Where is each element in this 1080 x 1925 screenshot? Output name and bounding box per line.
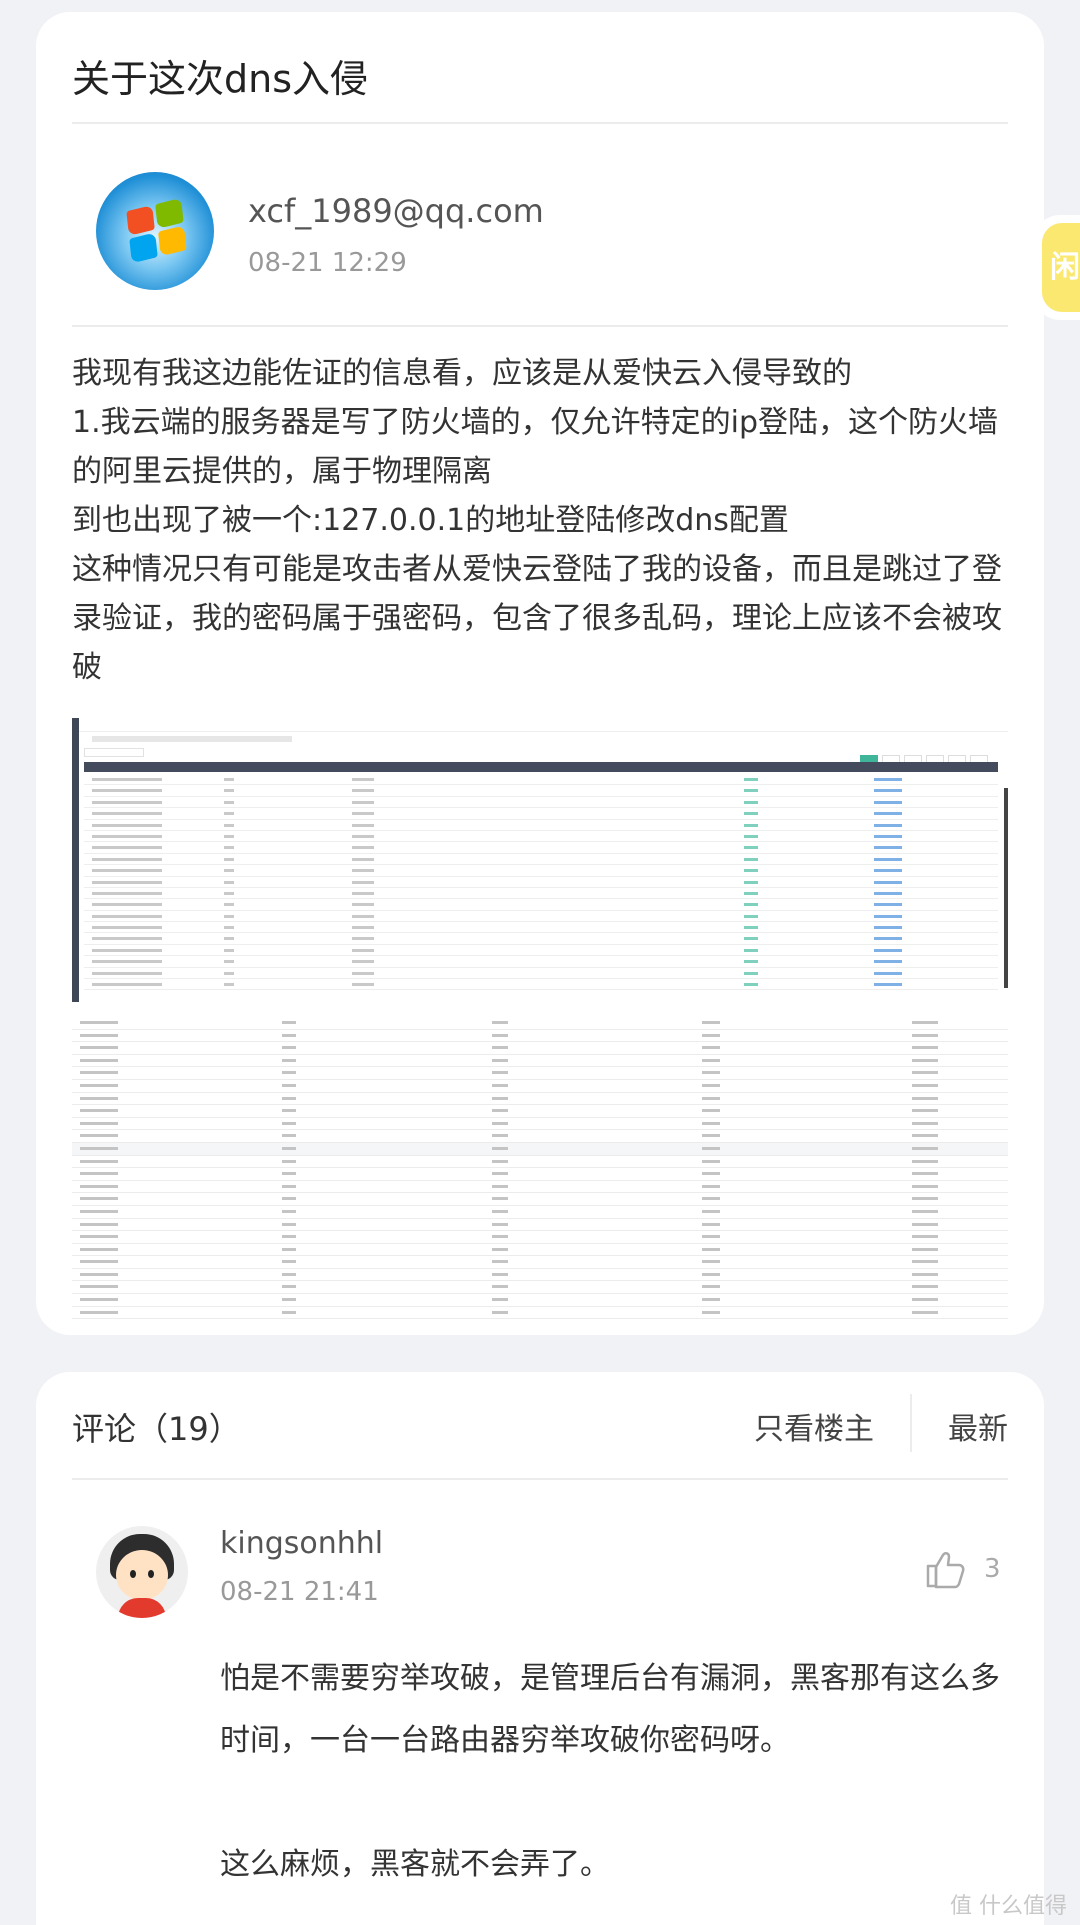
screenshot-log-row <box>72 1130 1008 1143</box>
comment-paragraph <box>220 1772 1010 1834</box>
side-tab-label: 闲 <box>1042 223 1080 312</box>
screenshot-table-row <box>84 877 998 888</box>
screenshot-log-row <box>72 1042 1008 1055</box>
side-float-tab[interactable]: 闲 <box>1034 215 1080 320</box>
screenshot-table-row <box>84 956 998 968</box>
screenshot-log-row <box>72 1256 1008 1269</box>
screenshot-table-row <box>84 797 998 809</box>
post-card: 关于这次dns入侵 xcf_1989@qq.com 08-21 12:29 我现… <box>36 12 1044 1335</box>
screenshot-log-row <box>72 1281 1008 1295</box>
author-name[interactable]: xcf_1989@qq.com <box>248 192 544 230</box>
post-paragraph: 我现有我这边能佐证的信息看，应该是从爱快云入侵导致的 <box>72 356 852 391</box>
screenshot-log-row <box>72 1017 1008 1030</box>
post-time: 08-21 12:29 <box>248 248 407 278</box>
post-paragraph: 1.我云端的服务器是写了防火墙的，仅允许特定的ip登陆，这个防火墙的阿里云提供的… <box>72 405 999 489</box>
screenshot-log-row <box>72 1142 1008 1156</box>
screenshot-table-row <box>84 785 998 797</box>
screenshot-log-row <box>72 1231 1008 1244</box>
screenshot-table-row <box>84 922 998 934</box>
screenshot-table-row <box>84 911 998 923</box>
comment-paragraph: 这么麻烦，黑客就不会弄了。 <box>220 1847 610 1882</box>
screenshot-table-row <box>84 820 998 831</box>
author-divider <box>72 325 1008 327</box>
screenshot-table-row <box>84 933 998 945</box>
screenshot-table-row <box>84 865 998 877</box>
author-avatar[interactable] <box>96 172 214 290</box>
thumbs-up-icon <box>926 1552 965 1589</box>
screenshot-log-row <box>72 1219 1008 1232</box>
login-log-screenshot[interactable] <box>72 1017 1008 1323</box>
screenshot-log-row <box>72 1269 1008 1282</box>
windows-logo-icon <box>126 197 187 265</box>
screenshot-log-row <box>72 1168 1008 1181</box>
screenshot-log-row <box>72 1118 1008 1131</box>
screenshot-table-row <box>84 808 998 820</box>
filter-owner-only-button[interactable]: 只看楼主 <box>754 1404 874 1448</box>
post-title: 关于这次dns入侵 <box>72 57 369 101</box>
screenshot-log-row <box>72 1244 1008 1257</box>
screenshot-table-row <box>84 854 998 866</box>
screenshot-log-row <box>72 1067 1008 1080</box>
commenter-avatar[interactable] <box>96 1526 188 1618</box>
screenshot-log-row <box>72 1080 1008 1093</box>
screenshot-log-row <box>72 1055 1008 1068</box>
screenshot-log-row <box>72 1093 1008 1106</box>
post-body: 我现有我这边能佐证的信息看，应该是从爱快云入侵导致的 1.我云端的服务器是写了防… <box>72 349 1012 692</box>
screenshot-log-row <box>72 1193 1008 1206</box>
comment-text: 怕是不需要穷举攻破，是管理后台有漏洞，黑客那有这么多时间，一台一台路由器穷举攻破… <box>220 1648 1010 1896</box>
screenshot-table-row <box>84 899 998 911</box>
like-count: 3 <box>984 1554 1001 1584</box>
screenshot-table-row <box>84 888 998 900</box>
comment-time: 08-21 21:41 <box>220 1577 379 1607</box>
screenshot-table-row <box>84 968 998 980</box>
screenshot-log-row <box>72 1294 1008 1307</box>
post-paragraph: 这种情况只有可能是攻击者从爱快云登陆了我的设备，而且是跳过了登录验证，我的密码属… <box>72 552 1002 685</box>
screenshot-table-row <box>84 831 998 843</box>
comments-heading: 评论（19） <box>72 1410 241 1448</box>
screenshot-log-row <box>72 1030 1008 1043</box>
comments-divider <box>72 1478 1008 1480</box>
screenshot-log-row <box>72 1206 1008 1219</box>
filter-latest-button[interactable]: 最新 <box>948 1404 1008 1448</box>
screenshot-table-row <box>84 774 998 786</box>
comment-paragraph: 怕是不需要穷举攻破，是管理后台有漏洞，黑客那有这么多时间，一台一台路由器穷举攻破… <box>220 1661 1000 1758</box>
like-button[interactable]: 3 <box>924 1548 1024 1592</box>
dns-records-screenshot[interactable] <box>72 718 1008 1002</box>
comments-card: 评论（19） 只看楼主 最新 kingsonhhl 08-21 21:41 3 … <box>36 1372 1044 1925</box>
filter-separator <box>910 1394 912 1452</box>
post-paragraph: 到也出现了被一个:127.0.0.1的地址登陆修改dns配置 <box>72 503 789 538</box>
screenshot-log-row <box>72 1105 1008 1118</box>
screenshot-table-row <box>84 842 998 854</box>
site-watermark: 值 什么值得买 <box>950 1894 1067 1919</box>
screenshot-log-row <box>72 1156 1008 1169</box>
screenshot-table-row <box>84 945 998 957</box>
title-divider <box>72 122 1008 124</box>
screenshot-log-row <box>72 1307 1008 1320</box>
comment-author[interactable]: kingsonhhl <box>220 1526 383 1561</box>
screenshot-log-row <box>72 1181 1008 1194</box>
screenshot-table-row <box>84 979 998 991</box>
